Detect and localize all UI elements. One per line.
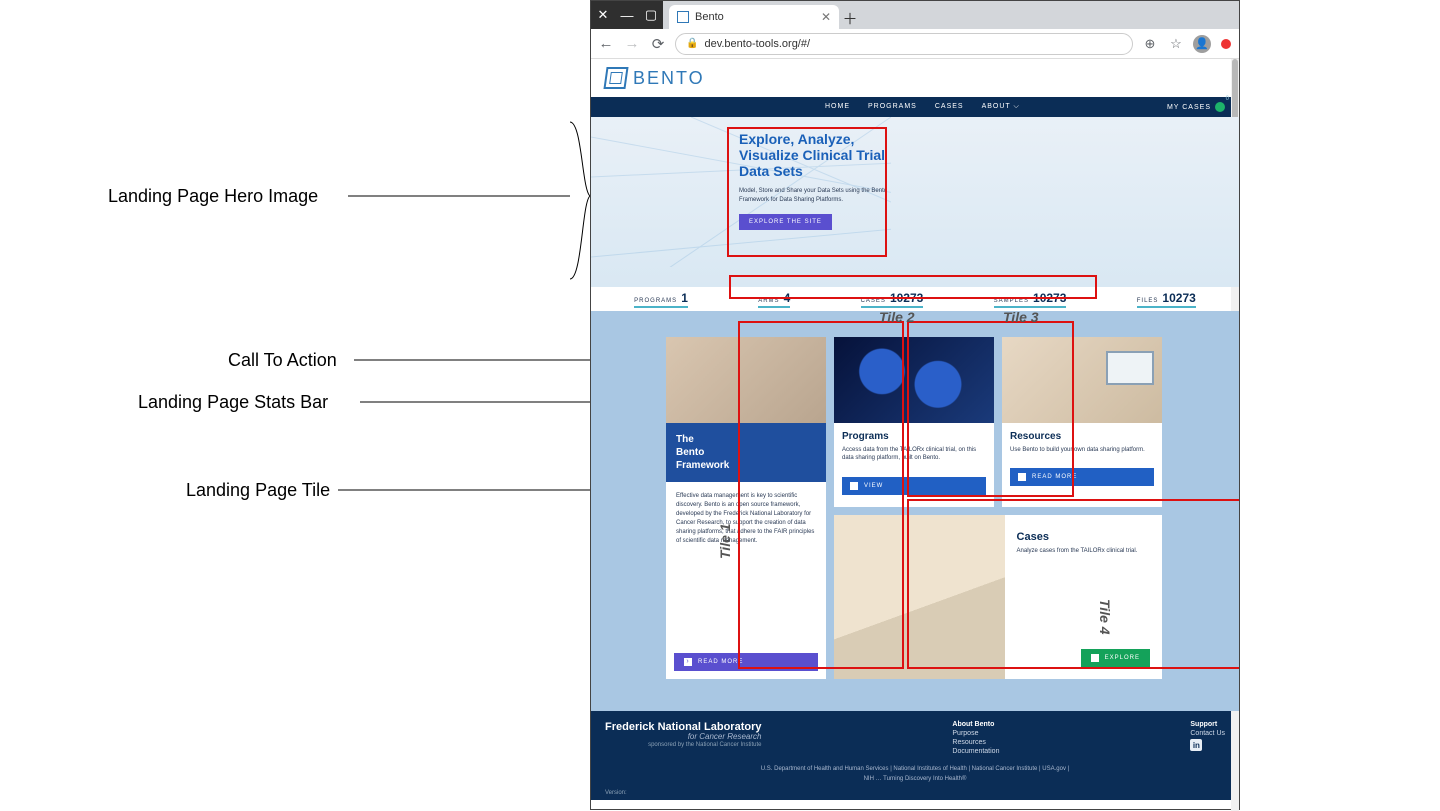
tile4-explore-button[interactable]: EXPLORE	[1081, 649, 1150, 667]
tile4-desc: Analyze cases from the TAILORx clinical …	[1017, 547, 1150, 555]
tile2-heading: Programs	[842, 431, 986, 442]
nav-mycases-label: MY CASES	[1167, 104, 1211, 111]
profile-avatar-icon[interactable]: 👤	[1193, 35, 1211, 53]
tile-cases: Cases Analyze cases from the TAILORx cli…	[834, 515, 1162, 679]
lock-icon: 🔒	[686, 38, 698, 49]
label-hero: Landing Page Hero Image	[108, 186, 318, 207]
nav-back-icon[interactable]: ←	[597, 35, 615, 52]
tile1-label: Tile 1	[717, 523, 733, 559]
footer-legal: U.S. Department of Health and Human Serv…	[605, 765, 1225, 784]
tile2-label: Tile 2	[879, 309, 915, 325]
stat-samples: SAMPLES10273	[994, 291, 1067, 308]
footer-about: About Bento Purpose Resources Documentat…	[952, 721, 999, 755]
stat-cases: CASES10273	[861, 291, 924, 308]
stat-arms: ARMS4	[758, 291, 790, 308]
nav-mycases[interactable]: MY CASES	[1167, 102, 1225, 112]
tile2-view-button[interactable]: VIEW	[842, 477, 986, 495]
tab-close-icon[interactable]: ✕	[821, 10, 831, 24]
tile2-image	[834, 337, 994, 423]
footer-fnl: Frederick National Laboratory for Cancer…	[605, 721, 762, 755]
url-text: dev.bento-tools.org/#/	[704, 38, 810, 50]
tab-favicon	[677, 11, 689, 23]
window-close-icon[interactable]: ✕	[591, 3, 615, 27]
page-viewport: BENTO HOME PROGRAMS CASES ABOUT ⌵ MY CAS…	[591, 59, 1239, 811]
nav-about[interactable]: ABOUT ⌵	[982, 103, 1020, 111]
zoom-icon[interactable]: ⊕	[1141, 36, 1159, 52]
tile-framework: The Bento Framework Effective data manag…	[666, 337, 826, 679]
footer-link[interactable]: Purpose	[952, 730, 999, 737]
hero-title: Explore, Analyze, Visualize Clinical Tri…	[739, 131, 889, 179]
tile-resources: Resources Use Bento to build your own da…	[1002, 337, 1162, 507]
browser-tab[interactable]: Bento ✕	[669, 5, 839, 29]
label-tile: Landing Page Tile	[186, 480, 330, 501]
site-header: BENTO	[591, 59, 1239, 97]
tile3-image	[1002, 337, 1162, 423]
footer-link[interactable]: Resources	[952, 739, 999, 746]
hero-section: Explore, Analyze, Visualize Clinical Tri…	[591, 117, 1239, 287]
star-icon[interactable]: ☆	[1167, 36, 1185, 52]
diagram-label-overlay: Landing Page Hero Image Call To Action L…	[0, 0, 590, 810]
stat-files: FILES10273	[1137, 291, 1196, 308]
tile3-readmore-button[interactable]: READ MORE	[1010, 468, 1154, 486]
tile-programs: Programs Access data from the TAILORx cl…	[834, 337, 994, 507]
window-minimize-icon[interactable]: ―	[615, 3, 639, 27]
tab-strip: Bento ✕ ＋	[663, 1, 1239, 29]
site-footer: Frederick National Laboratory for Cancer…	[591, 711, 1239, 800]
linkedin-icon[interactable]: in	[1190, 739, 1202, 751]
tab-title: Bento	[695, 11, 724, 23]
footer-support: Support Contact Us in	[1190, 721, 1225, 755]
hero-subtitle: Model, Store and Share your Data Sets us…	[739, 187, 889, 204]
tile3-heading: Resources	[1010, 431, 1154, 442]
tiles-section: The Bento Framework Effective data manag…	[591, 311, 1239, 711]
window-maximize-icon[interactable]: ▢	[639, 3, 663, 27]
list-icon	[1018, 473, 1026, 481]
address-bar: ← → ⟳ 🔒 dev.bento-tools.org/#/ ⊕ ☆ 👤	[591, 29, 1239, 59]
label-stats: Landing Page Stats Bar	[138, 392, 328, 413]
nav-reload-icon[interactable]: ⟳	[649, 35, 667, 53]
tile4-label: Tile 4	[1097, 599, 1113, 635]
tile2-desc: Access data from the TAILORx clinical tr…	[842, 446, 986, 463]
mycases-badge-icon	[1215, 102, 1225, 112]
chevron-right-icon: ›	[684, 658, 692, 666]
tile4-image	[834, 515, 1005, 679]
stats-bar: PROGRAMS1 ARMS4 CASES10273 SAMPLES10273 …	[591, 287, 1239, 311]
nav-home[interactable]: HOME	[825, 103, 850, 111]
nav-programs[interactable]: PROGRAMS	[868, 103, 917, 111]
tile1-readmore-button[interactable]: ›READ MORE	[674, 653, 818, 671]
tile4-heading: Cases	[1017, 531, 1150, 543]
footer-link[interactable]: Documentation	[952, 748, 999, 755]
list-icon	[850, 482, 858, 490]
main-nav: HOME PROGRAMS CASES ABOUT ⌵ MY CASES	[591, 97, 1239, 117]
footer-version: Version:	[605, 790, 1225, 796]
tile3-desc: Use Bento to build your own data sharing…	[1010, 446, 1154, 454]
window-titlebar: ✕ ― ▢ Bento ✕ ＋	[591, 1, 1239, 29]
tile1-image	[666, 337, 826, 423]
hero-cta-button[interactable]: EXPLORE THE SITE	[739, 214, 832, 230]
tile1-desc: Effective data management is key to scie…	[666, 482, 826, 645]
tile1-heading: The Bento Framework	[666, 423, 826, 482]
new-tab-button[interactable]: ＋	[839, 7, 861, 29]
bento-logo-text: BENTO	[633, 68, 705, 89]
extension-icon[interactable]	[1219, 37, 1233, 51]
nav-cases[interactable]: CASES	[935, 103, 964, 111]
footer-link[interactable]: Contact Us	[1190, 730, 1225, 737]
browser-window: ✕ ― ▢ Bento ✕ ＋ ← → ⟳ 🔒 dev.bento-tools.…	[590, 0, 1240, 810]
tile3-label: Tile 3	[1003, 309, 1039, 325]
url-input[interactable]: 🔒 dev.bento-tools.org/#/	[675, 33, 1133, 55]
bento-logo-icon	[603, 67, 628, 89]
hero-card: Explore, Analyze, Visualize Clinical Tri…	[739, 131, 889, 230]
label-cta: Call To Action	[228, 350, 337, 371]
list-icon	[1091, 654, 1099, 662]
stat-programs: PROGRAMS1	[634, 291, 688, 308]
nav-forward-icon[interactable]: →	[623, 35, 641, 52]
